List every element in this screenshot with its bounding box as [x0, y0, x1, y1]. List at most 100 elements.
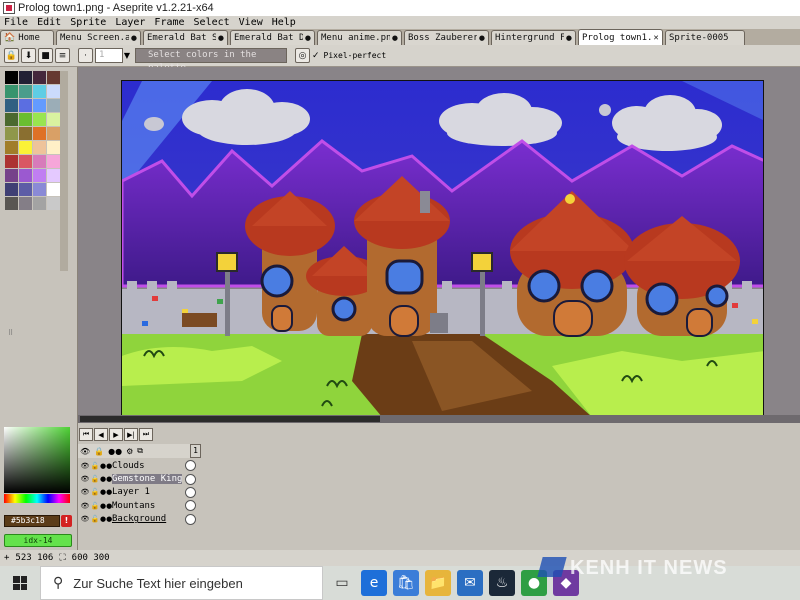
menu-view[interactable]: View — [239, 16, 263, 29]
editor-horizontal-scrollbar[interactable] — [78, 415, 800, 423]
layer-row[interactable]: 👁 🔓 ●● Mountans — [78, 499, 202, 512]
tab-document[interactable]: Menu anime.pn ● — [317, 30, 402, 45]
frame-number-header[interactable]: 1 — [190, 444, 201, 458]
saturation-value-picker[interactable] — [4, 427, 70, 493]
menu-icon[interactable]: ≡ — [55, 48, 70, 63]
start-button[interactable] — [0, 566, 40, 600]
tab-document[interactable]: Hintergrund Fir● — [491, 30, 576, 45]
palette-swatch[interactable] — [33, 169, 46, 182]
palette-swatch[interactable] — [33, 85, 46, 98]
palette-swatch[interactable] — [33, 183, 46, 196]
palette-swatch[interactable] — [47, 155, 60, 168]
continuous-icon[interactable]: ●● — [108, 447, 122, 456]
palette-swatch[interactable] — [33, 71, 46, 84]
palette-swatch[interactable] — [19, 141, 32, 154]
layer-name[interactable]: Gemstone Kingdom — [112, 474, 182, 485]
steam-icon[interactable]: ♨ — [489, 570, 515, 596]
palette-swatch[interactable] — [5, 141, 18, 154]
task-view-icon[interactable]: ▭ — [329, 570, 355, 596]
palette-index-field[interactable]: idx-14 — [4, 534, 72, 547]
palette-swatch[interactable] — [47, 85, 60, 98]
store-icon[interactable]: 🛍 — [393, 570, 419, 596]
pixel-perfect-settings-icon[interactable]: ◎ — [295, 48, 310, 63]
hex-color-field[interactable]: #5b3c18 — [4, 515, 60, 527]
tab-document[interactable]: Sprite-0005 — [665, 30, 745, 45]
continuous-icon[interactable]: ●● — [100, 462, 112, 470]
layer-name[interactable]: Clouds — [112, 461, 182, 471]
palette-swatch[interactable] — [5, 85, 18, 98]
menu-select[interactable]: Select — [194, 16, 230, 29]
lock-icon[interactable]: 🔒 — [94, 447, 104, 456]
stroke-down-icon[interactable]: ⬇ — [21, 48, 36, 63]
palette-swatch[interactable] — [47, 99, 60, 112]
fill-icon[interactable]: ■ — [38, 48, 53, 63]
palette-swatch[interactable] — [33, 113, 46, 126]
link-icon[interactable]: ⧉ — [137, 446, 143, 456]
cel-marker[interactable] — [185, 513, 196, 525]
play-button[interactable]: ▶ — [109, 428, 123, 441]
palette-scrollbar[interactable] — [60, 71, 68, 271]
palette-swatch[interactable] — [19, 71, 32, 84]
eye-icon[interactable]: 👁 — [80, 475, 90, 483]
eye-icon[interactable]: 👁 — [80, 502, 90, 510]
palette-swatch[interactable] — [5, 127, 18, 140]
palette-swatch[interactable] — [47, 113, 60, 126]
palette-swatch[interactable] — [5, 169, 18, 182]
palette-swatch[interactable] — [19, 113, 32, 126]
brush-size-input[interactable]: 1 — [95, 48, 123, 63]
layer-name[interactable]: Mountans — [112, 501, 182, 511]
palette-swatch[interactable] — [47, 183, 60, 196]
palette-swatch[interactable] — [47, 127, 60, 140]
palette-swatch[interactable] — [5, 155, 18, 168]
menu-file[interactable]: File — [4, 16, 28, 29]
layer-row[interactable]: 👁 🔓 ●● Layer 1 — [78, 486, 202, 499]
warning-icon[interactable]: ! — [61, 515, 72, 527]
tab-active-document[interactable]: Prolog town1.pr✕ — [578, 29, 663, 45]
eye-icon[interactable]: 👁 — [80, 515, 90, 523]
edge-icon[interactable]: e — [361, 570, 387, 596]
close-icon[interactable]: ✕ — [653, 34, 659, 42]
cel-marker[interactable] — [185, 500, 196, 512]
palette-resize-grip[interactable]: ⠿ — [8, 329, 13, 337]
palette-swatch[interactable] — [33, 155, 46, 168]
palette-swatch[interactable] — [47, 169, 60, 182]
lock-icon[interactable]: 🔓 — [90, 488, 100, 496]
palette-swatch[interactable] — [33, 141, 46, 154]
visibility-icon[interactable]: 👁 — [80, 447, 90, 456]
unsaved-dot-icon[interactable]: ● — [392, 34, 398, 42]
unsaved-dot-icon[interactable]: ● — [305, 34, 311, 42]
unsaved-dot-icon[interactable]: ● — [566, 34, 572, 42]
tab-document[interactable]: Menu Screen.a ● — [56, 30, 141, 45]
tab-document[interactable]: 🏠 Home — [0, 30, 54, 45]
sprite-editor[interactable] — [78, 67, 800, 423]
sprite-canvas[interactable] — [121, 80, 764, 416]
continuous-icon[interactable]: ●● — [100, 488, 112, 496]
cel-marker[interactable] — [185, 460, 196, 472]
layer-row[interactable]: 👁🔓●●Gemstone Kingdom — [78, 472, 202, 485]
menu-frame[interactable]: Frame — [154, 16, 184, 29]
dropdown-caret-icon[interactable]: ▼ — [123, 51, 131, 60]
palette-swatch[interactable] — [33, 127, 46, 140]
lock-icon[interactable]: 🔓 — [90, 462, 100, 470]
layer-name[interactable]: Background — [112, 514, 182, 524]
continuous-icon[interactable]: ●● — [100, 515, 112, 523]
menu-edit[interactable]: Edit — [37, 16, 61, 29]
mail-icon[interactable]: ✉ — [457, 570, 483, 596]
unsaved-dot-icon[interactable]: ● — [479, 34, 485, 42]
menu-help[interactable]: Help — [272, 16, 296, 29]
palette-swatch[interactable] — [33, 99, 46, 112]
palette-swatch[interactable] — [47, 197, 60, 210]
tab-document[interactable]: Boss Zauberer ● — [404, 30, 489, 45]
lock-icon[interactable]: 🔓 — [90, 475, 100, 483]
layer-row[interactable]: 👁 🔓 ●● Background — [78, 513, 202, 526]
tab-document[interactable]: Emerald Bat St ● — [143, 30, 228, 45]
palette-swatch[interactable] — [5, 71, 18, 84]
palette-swatch[interactable] — [5, 183, 18, 196]
brush-shape-icon[interactable]: · — [78, 48, 93, 63]
continuous-icon[interactable]: ●● — [100, 475, 112, 483]
palette-swatch[interactable] — [19, 99, 32, 112]
scrollbar-thumb[interactable] — [80, 416, 380, 422]
palette-swatch[interactable] — [5, 197, 18, 210]
prev-frame-button[interactable]: ◀ — [94, 428, 108, 441]
palette-swatch[interactable] — [5, 99, 18, 112]
